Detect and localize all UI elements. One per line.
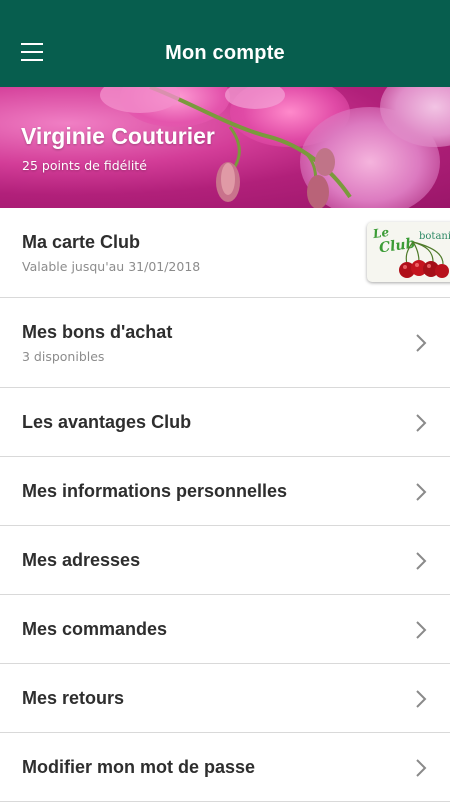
chevron-right-icon — [416, 621, 427, 639]
menu-item-label: Mes informations personnelles — [22, 481, 288, 501]
club-card-label: Ma carte Club — [22, 232, 141, 252]
menu-item-label: Mes retours — [22, 688, 125, 708]
chevron-right-icon — [416, 414, 427, 432]
chevron-right-icon — [416, 552, 427, 570]
account-menu-list: Ma carte Club Valable jusqu'au 31/01/201… — [0, 208, 450, 802]
menu-item-vouchers[interactable]: Mes bons d'achat 3 disponibles — [0, 298, 450, 388]
page-title: Mon compte — [165, 42, 285, 64]
chevron-right-icon — [416, 334, 427, 352]
profile-banner: Virginie Couturier 25 points de fidélité — [0, 87, 450, 208]
loyalty-points: 25 points de fidélité — [22, 158, 147, 173]
club-card-row[interactable]: Ma carte Club Valable jusqu'au 31/01/201… — [0, 208, 450, 298]
chevron-right-icon — [416, 690, 427, 708]
menu-item-label: Mes commandes — [22, 619, 168, 639]
app-bar: Mon compte — [0, 0, 450, 87]
menu-item-club-benefits[interactable]: Les avantages Club — [0, 388, 450, 457]
cherries-icon — [399, 241, 449, 278]
chevron-right-icon — [416, 483, 427, 501]
menu-item-label: Modifier mon mot de passe — [22, 757, 256, 777]
menu-item-orders[interactable]: Mes commandes — [0, 595, 450, 664]
menu-item-addresses[interactable]: Mes adresses — [0, 526, 450, 595]
club-card-validity: Valable jusqu'au 31/01/2018 — [22, 259, 201, 274]
menu-item-sub: 3 disponibles — [22, 349, 105, 364]
menu-item-change-password[interactable]: Modifier mon mot de passe — [0, 733, 450, 802]
profile-name: Virginie Couturier — [21, 123, 215, 149]
menu-item-returns[interactable]: Mes retours — [0, 664, 450, 733]
club-card-image: Le Club botanic — [367, 222, 450, 282]
chevron-right-icon — [416, 759, 427, 777]
menu-item-label: Mes bons d'achat — [22, 322, 173, 342]
menu-item-personal-info[interactable]: Mes informations personnelles — [0, 457, 450, 526]
menu-item-label: Mes adresses — [22, 550, 141, 570]
menu-item-label: Les avantages Club — [22, 412, 192, 432]
